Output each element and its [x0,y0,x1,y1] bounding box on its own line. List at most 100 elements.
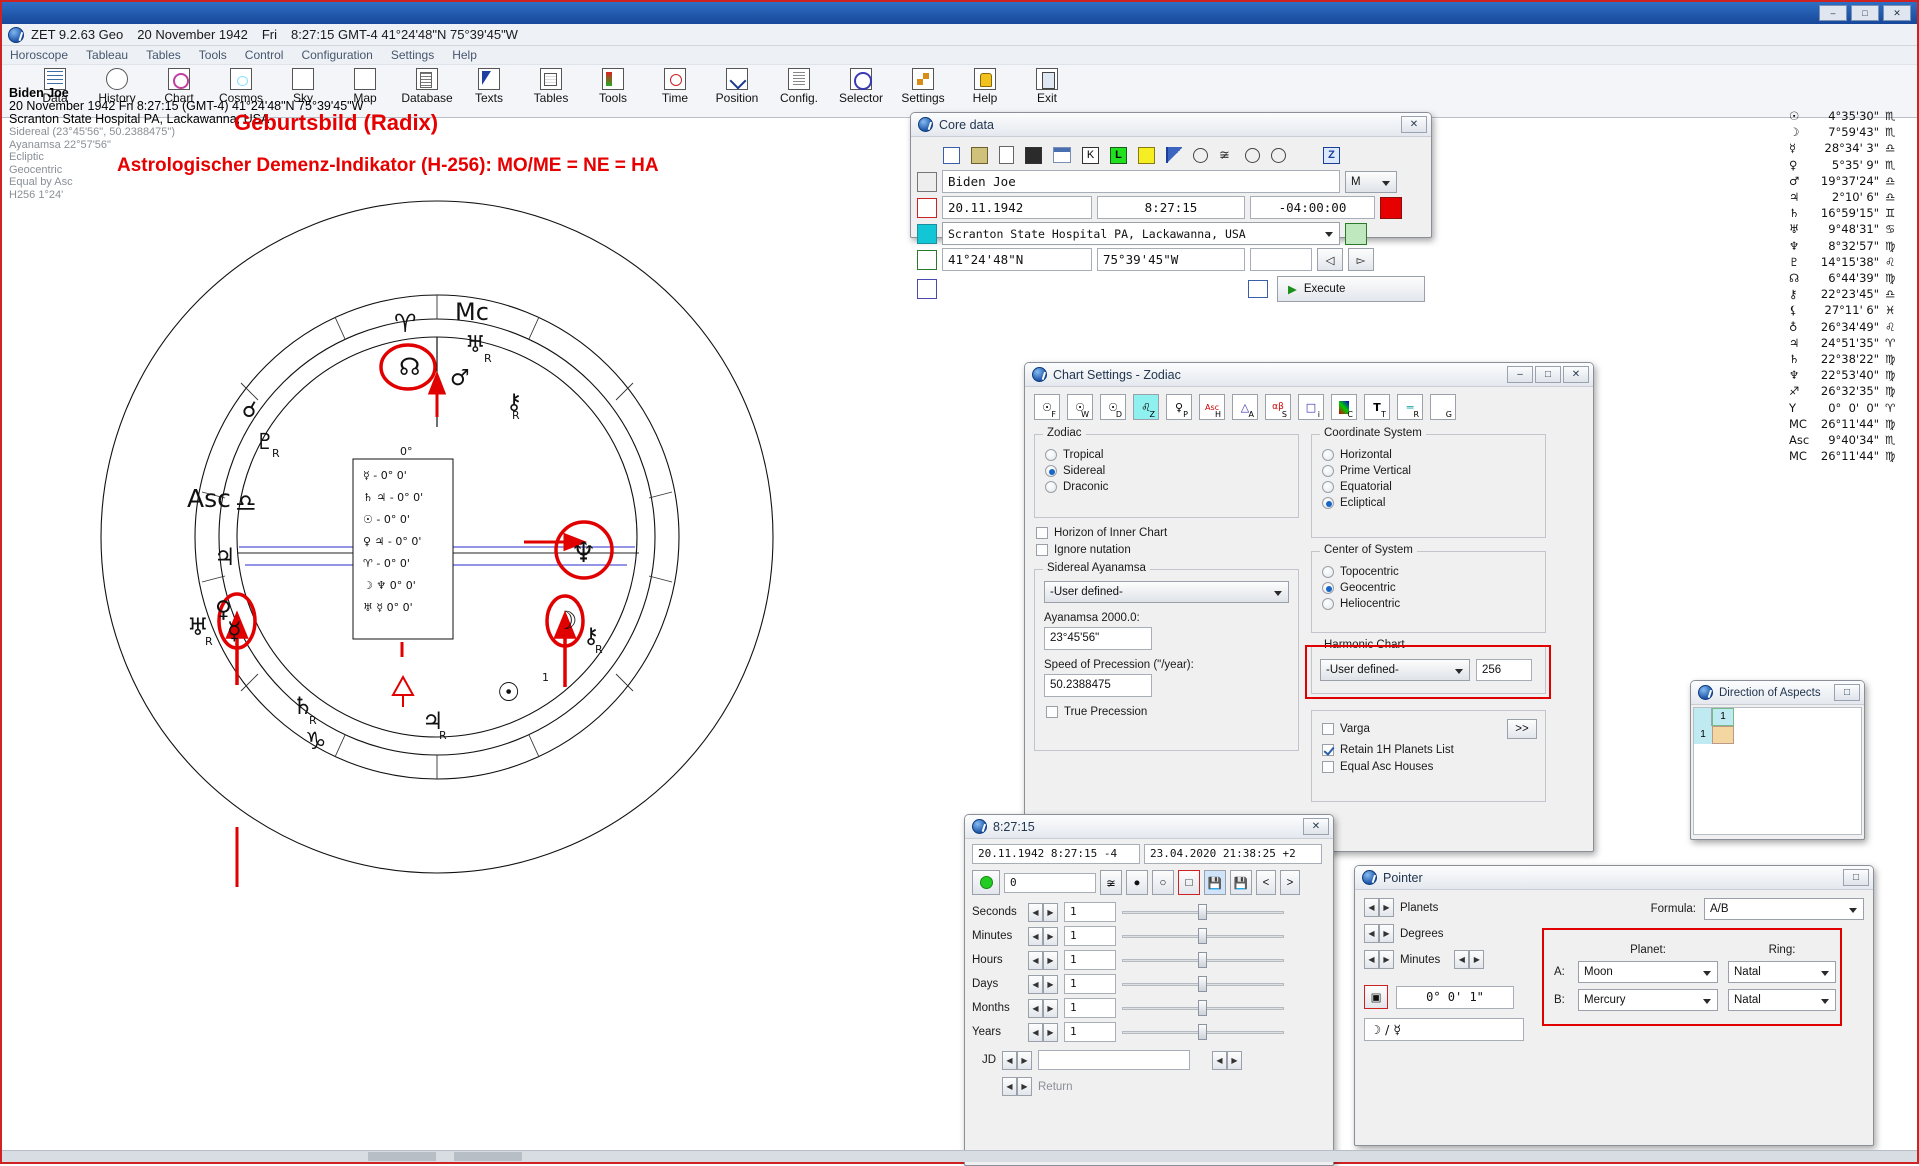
chart-settings-minimize-button[interactable]: – [1507,366,1533,383]
tab-aspects[interactable]: △ A [1232,394,1258,420]
stepper-slider[interactable] [1122,903,1284,922]
spin-down-icon[interactable]: ◀ [1364,924,1379,943]
maximize-button[interactable]: □ [1851,5,1879,21]
spin-up-icon[interactable]: ▶ [1227,1050,1242,1070]
step-value-field[interactable]: 0 [1004,872,1096,893]
radio-ecliptical[interactable]: Ecliptical [1322,497,1545,509]
calendar-icon[interactable] [1053,147,1071,163]
pointer-target-icon[interactable]: ▣ [1364,985,1388,1009]
toolbar-button-selector[interactable]: Selector [830,68,892,105]
radio-topocentric[interactable]: Topocentric [1322,566,1545,578]
stepper-slider[interactable] [1122,975,1284,994]
spin-down-icon[interactable]: ◀ [1002,1050,1017,1070]
stepper-field[interactable]: 1 [1064,998,1116,1018]
tab-stars[interactable]: αβ S [1265,394,1291,420]
toolbar-button-texts[interactable]: Texts [458,68,520,105]
formula-select[interactable]: A/B [1704,898,1864,920]
radio-heliocentric[interactable]: Heliocentric [1322,598,1545,610]
sync-button[interactable]: ≆ [1100,870,1122,895]
time-dialog[interactable]: 8:27:15 ✕ 20.11.1942 8:27:15 -4 23.04.20… [964,814,1334,1166]
menu-control[interactable]: Control [245,48,284,62]
execute-button[interactable]: ▶ Execute [1277,276,1425,302]
new-icon[interactable] [999,146,1014,164]
stepper-spinner[interactable]: ◀ ▶ [1028,1022,1058,1042]
checkbox-retain-1h-planets[interactable]: Retain 1H Planets List [1322,744,1537,756]
pointer-minutes-spinner-2[interactable]: ◀ ▶ [1454,950,1485,969]
radio-equatorial[interactable]: Equatorial [1322,481,1545,493]
save-icon[interactable] [1025,146,1042,164]
l-icon[interactable]: L [1110,146,1127,164]
jd-field[interactable] [1038,1050,1190,1070]
toolbar-button-time[interactable]: Time [644,68,706,105]
coords-icon[interactable] [917,249,937,270]
menu-horoscope[interactable]: Horoscope [10,48,68,62]
time-prev-button[interactable]: < [1256,870,1276,895]
minimize-button[interactable]: – [1819,5,1847,21]
tab-rings[interactable]: ═ R [1397,394,1423,420]
tab-zodiac[interactable]: ♌ Z [1133,394,1159,420]
checkbox-horizon-inner-chart[interactable]: Horizon of Inner Chart [1036,527,1299,539]
toolbar-button-exit[interactable]: Exit [1016,68,1078,105]
toolbar-button-tools[interactable]: Tools [582,68,644,105]
menu-tables[interactable]: Tables [146,48,181,62]
pointer-dialog[interactable]: Pointer □ ◀ ▶ Planets ◀ ▶ Degrees ◀ ▶ Minut… [1354,865,1874,1146]
stepper-field[interactable]: 1 [1064,1022,1116,1042]
latitude-field[interactable]: 41°24'48"N [942,248,1092,271]
date-field[interactable]: 20.11.1942 [942,196,1092,219]
tab-fixed[interactable]: ☉ F [1034,394,1060,420]
spin-up-icon[interactable]: ▶ [1379,924,1394,943]
pointer-minutes-spinner[interactable]: ◀ ▶ [1364,950,1394,969]
location-icon[interactable] [917,223,937,244]
direction-of-aspects-dialog[interactable]: Direction of Aspects □ 1 1 [1690,680,1865,840]
play-button[interactable] [972,870,1000,895]
spin-down-icon[interactable]: ◀ [1028,902,1043,922]
spin-up-icon[interactable]: ▶ [1043,950,1058,970]
time-date-field[interactable]: 20.11.1942 8:27:15 -4 [972,844,1140,864]
toolbar-button-config[interactable]: Config. [768,68,830,105]
tab-wheel[interactable]: ☉ W [1067,394,1093,420]
tab-houses[interactable]: Asc H [1199,394,1225,420]
core-data-toolbar[interactable]: K L ≆ Z [917,142,1425,168]
return-spinner[interactable]: ◀ ▶ [1002,1077,1032,1096]
direction-maximize-button[interactable]: □ [1834,684,1860,701]
spin-down-icon[interactable]: ◀ [1002,1077,1017,1096]
pointer-degrees-spinner[interactable]: ◀ ▶ [1364,924,1394,943]
globe-icon[interactable] [1193,147,1208,163]
checkbox-true-precession[interactable]: True Precession [1046,706,1289,718]
moon-icon[interactable] [1271,147,1286,163]
menu-configuration[interactable]: Configuration [301,48,372,62]
direction-cell[interactable] [1712,726,1734,744]
ayanamsa-select[interactable]: -User defined- [1044,581,1289,603]
circle-button-1[interactable]: ● [1126,870,1148,895]
place-select[interactable]: Scranton State Hospital PA, Lackawanna, … [942,222,1340,245]
tab-text[interactable]: TT [1364,394,1390,420]
pointer-planets-spinner[interactable]: ◀ ▶ [1364,898,1394,917]
time-next-button[interactable]: > [1280,870,1300,895]
settings-gear-icon[interactable] [917,279,937,299]
chart-settings-dialog[interactable]: Chart Settings - Zodiac – □ ✕ ☉ F ☉ W ☉ D ♌… [1024,362,1594,852]
tab-display[interactable]: ☉ D [1100,394,1126,420]
row-b-planet-select[interactable]: Mercury [1578,989,1718,1011]
map-pin-icon[interactable] [1345,222,1367,245]
core-data-close-button[interactable]: ✕ [1401,116,1427,133]
spin-down-icon[interactable]: ◀ [1028,998,1043,1018]
spin-up-icon[interactable]: ▶ [1043,1022,1058,1042]
spin-down-icon[interactable]: ◀ [1028,950,1043,970]
spin-down-icon[interactable]: ◀ [1028,1022,1043,1042]
spin-up-icon[interactable]: ▶ [1379,950,1394,969]
horoscope-wheel[interactable]: ♈ Mc ♅ R ♂ ⚷ R ☊ ☌ ♇ R Asc ♎ ♃ ♅ R ♀ ☿ ♄… [87,187,787,887]
time-field[interactable]: 8:27:15 [1097,196,1245,219]
toolbar-button-tables[interactable]: Tables [520,68,582,105]
pointer-maximize-button[interactable]: □ [1843,869,1869,886]
stepper-slider[interactable] [1122,999,1284,1018]
row-a-planet-select[interactable]: Moon [1578,961,1718,983]
chart-settings-maximize-button[interactable]: □ [1535,366,1561,383]
name-field[interactable]: Biden Joe [942,170,1340,193]
person-icon[interactable] [917,171,937,192]
next-button[interactable]: ▻ [1348,248,1374,271]
menu-settings[interactable]: Settings [391,48,434,62]
spin-up-icon[interactable]: ▶ [1043,974,1058,994]
jd-nav-spinner[interactable]: ◀ ▶ [1212,1050,1242,1070]
menu-tableau[interactable]: Tableau [86,48,128,62]
spin-down-icon[interactable]: ◀ [1454,950,1470,969]
